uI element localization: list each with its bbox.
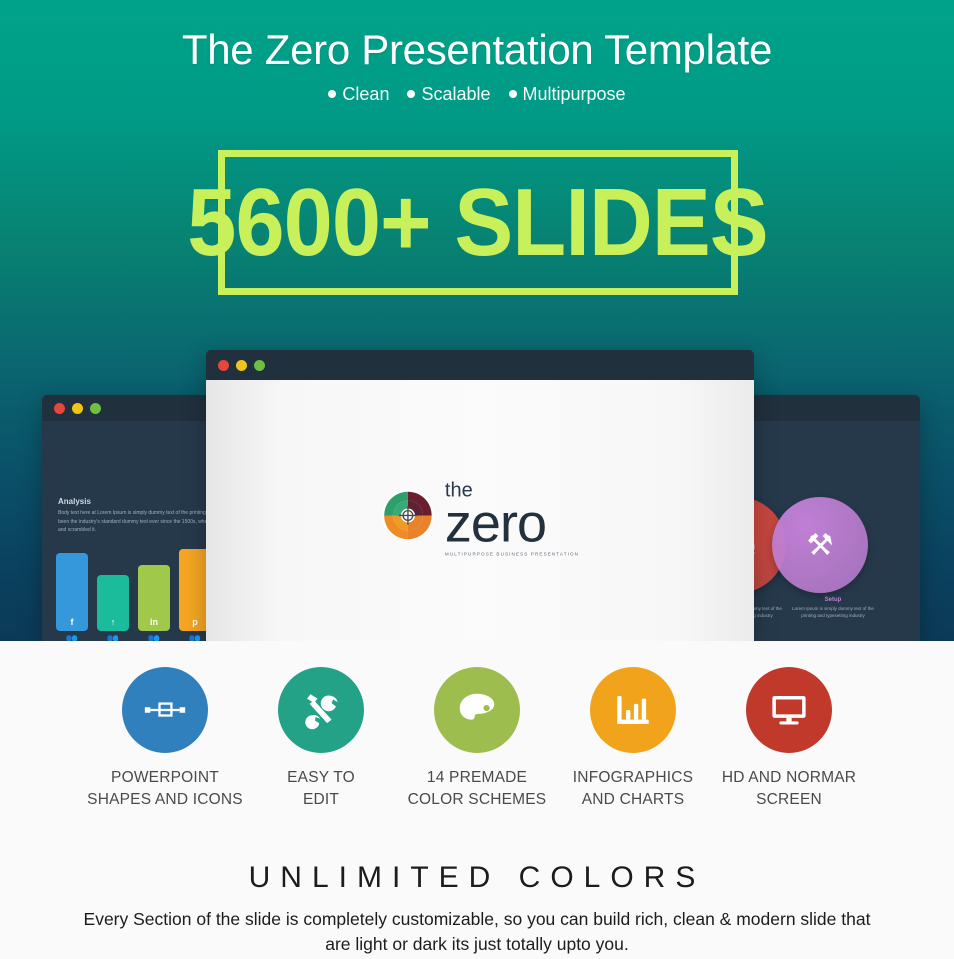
hero-section: The Zero Presentation Template Clean Scal… — [0, 0, 954, 641]
bullet-dot-icon — [328, 90, 337, 98]
slides-count-badge: 5600+ SLIDES — [188, 150, 769, 295]
service-caption-text: Lorem Ipsum is simply dummy text of the … — [792, 606, 874, 619]
maximize-icon[interactable] — [90, 402, 101, 414]
left-slide-heading: Analysis — [58, 497, 91, 506]
features-strip: POWERPOINT SHAPES AND ICONS EASY TO EDIT 14 … — [0, 641, 954, 851]
shapes-icon — [122, 667, 208, 753]
facebook-icon: f — [70, 617, 74, 627]
palette-icon — [434, 667, 520, 753]
bottom-section: UNLIMITED COLORS Every Section of the sl… — [0, 851, 954, 959]
zero-emblem-icon — [381, 489, 435, 548]
feature-label: POWERPOINT SHAPES AND ICONS — [87, 769, 243, 808]
close-icon[interactable] — [54, 402, 65, 414]
social-bar-item: in👥6.05Millions — [138, 565, 170, 641]
bullet-dot-icon — [407, 90, 416, 98]
social-bar-item: f👥8.5Millions — [56, 553, 88, 641]
social-bar: f — [56, 553, 88, 631]
hero-feature-1: Scalable — [407, 84, 491, 105]
social-bar-item: ↑👥5.2Millions — [97, 575, 129, 641]
feature-label: INFOGRAPHICS AND CHARTS — [572, 769, 694, 808]
gavel-icon: ⚒ — [772, 497, 868, 593]
logo-zero: zero — [444, 492, 547, 553]
service-caption-title: Setup — [824, 597, 842, 603]
feature-label: 14 PREMADE COLOR SCHEMES — [407, 769, 547, 808]
minimize-icon[interactable] — [72, 402, 83, 414]
window-center-body: the zero MULTIPURPOSE BUSINESS PRESENTAT… — [206, 380, 754, 641]
bar-chart-icon — [590, 667, 676, 753]
brand-logo-text: the zero MULTIPURPOSE BUSINESS PRESENTAT… — [445, 480, 579, 556]
hero-feature-label: Multipurpose — [522, 84, 626, 104]
brand-logo: the zero MULTIPURPOSE BUSINESS PRESENTAT… — [381, 480, 579, 556]
linkedin-icon: in — [150, 617, 158, 627]
window-center-logo[interactable]: the zero MULTIPURPOSE BUSINESS PRESENTAT… — [206, 350, 754, 641]
hero-feature-0: Clean — [328, 84, 389, 105]
feature-item-3[interactable]: INFOGRAPHICS AND CHARTS — [555, 667, 711, 811]
feature-item-2[interactable]: 14 PREMADE COLOR SCHEMES — [399, 667, 555, 811]
unlimited-colors-title: UNLIMITED COLORS — [248, 861, 706, 894]
minimize-icon[interactable] — [236, 359, 247, 371]
pinterest-icon: p — [192, 617, 198, 627]
social-bar: ↑ — [97, 575, 129, 631]
hero-feature-list: Clean Scalable Multipurpose — [0, 84, 954, 105]
feature-item-0[interactable]: POWERPOINT SHAPES AND ICONS — [87, 667, 243, 811]
unlimited-colors-body: Every Section of the slide is completely… — [83, 909, 871, 955]
slides-count-label: 5600+ SLIDES — [187, 168, 769, 276]
social-bar: in — [138, 565, 170, 631]
close-icon[interactable] — [218, 359, 229, 371]
service-caption: Setup Lorem Ipsum is simply dummy text of… — [792, 597, 874, 619]
logo-tagline: MULTIPURPOSE BUSINESS PRESENTATION — [444, 551, 580, 557]
tools-icon — [278, 667, 364, 753]
feature-item-1[interactable]: EASY TO EDIT — [243, 667, 399, 811]
feature-label: EASY TO EDIT — [287, 769, 355, 808]
hero-feature-label: Clean — [342, 84, 390, 104]
hero-feature-label: Scalable — [421, 84, 491, 104]
maximize-icon[interactable] — [254, 359, 265, 371]
bullet-dot-icon — [508, 90, 517, 98]
monitor-icon — [746, 667, 832, 753]
twitter-icon: ↑ — [110, 617, 116, 627]
window-center-titlebar — [206, 350, 754, 380]
hero-feature-2: Multipurpose — [508, 84, 626, 105]
feature-label: HD AND NORMAR SCREEN — [721, 769, 857, 808]
page-title: The Zero Presentation Template — [181, 26, 773, 73]
feature-item-4[interactable]: HD AND NORMAR SCREEN — [711, 667, 867, 811]
